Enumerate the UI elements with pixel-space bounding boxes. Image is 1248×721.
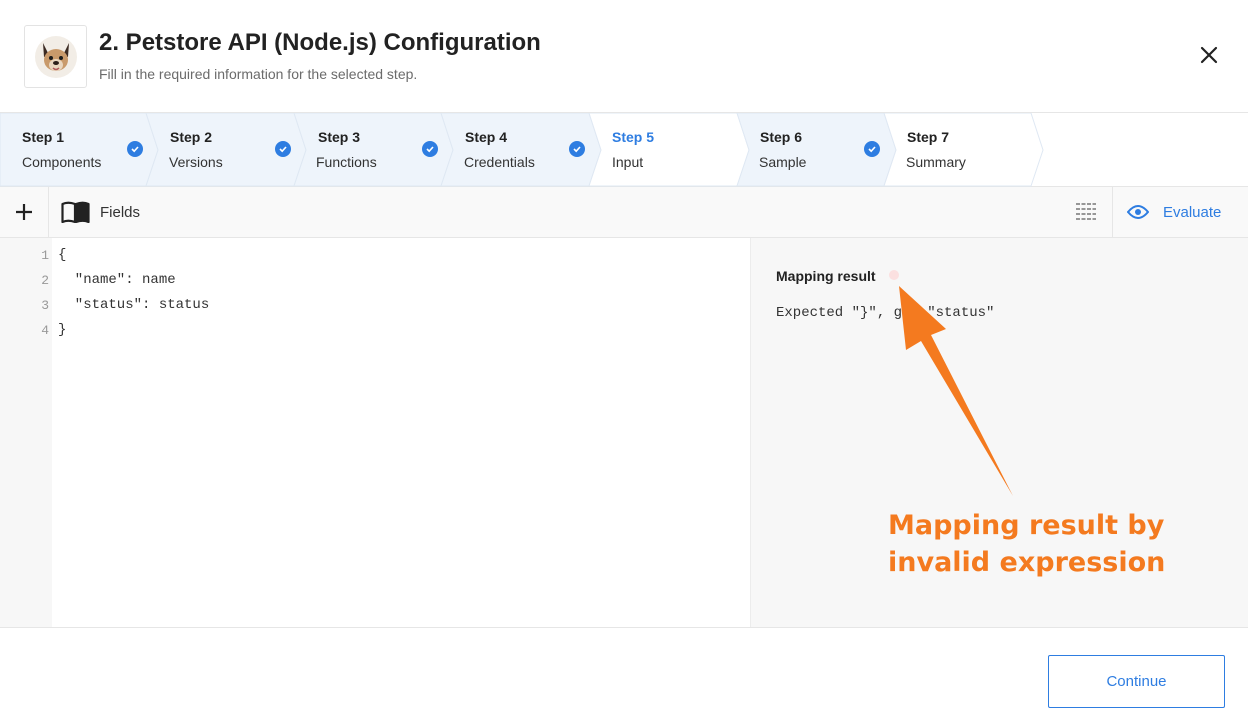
- code-text: {: [58, 247, 67, 263]
- step-name: Input: [612, 154, 644, 170]
- step-number: Step 2: [170, 129, 213, 145]
- plus-icon: [16, 204, 32, 220]
- step-wizard: Step 1 Components Step 2 Versions Step 3…: [0, 113, 1248, 187]
- check-circle-icon: [569, 141, 585, 157]
- annotation-line: Mapping result by: [888, 510, 1165, 541]
- code-line: 2 "name": name: [0, 268, 750, 293]
- step-name: Sample: [759, 154, 807, 170]
- dialog-subtitle: Fill in the required information for the…: [99, 66, 418, 82]
- step-name: Credentials: [464, 154, 535, 170]
- step-number: Step 7: [907, 129, 950, 145]
- check-circle-icon: [275, 141, 291, 157]
- error-status-dot: [889, 270, 899, 280]
- step-name: Functions: [316, 154, 377, 170]
- annotation-line: invalid expression: [888, 547, 1166, 578]
- format-button[interactable]: [1060, 187, 1113, 237]
- check-circle-icon: [127, 141, 143, 157]
- check-circle-icon: [864, 141, 880, 157]
- add-button[interactable]: [0, 187, 49, 237]
- fields-button[interactable]: Fields: [49, 187, 140, 237]
- dialog-header: 2. Petstore API (Node.js) Configuration …: [0, 0, 1248, 113]
- continue-button[interactable]: Continue: [1048, 655, 1225, 708]
- step-number: Step 4: [465, 129, 508, 145]
- fields-label: Fields: [100, 203, 141, 221]
- step-name: Versions: [169, 154, 223, 170]
- evaluate-label: Evaluate: [1163, 203, 1222, 221]
- code-editor[interactable]: 1 { 2 "name": name 3 "status": status 4 …: [0, 238, 750, 628]
- step-number: Step 6: [760, 129, 803, 145]
- close-button[interactable]: [1196, 42, 1222, 68]
- editor-toolbar: Fields Evaluate: [0, 187, 1248, 238]
- step-3-functions[interactable]: Step 3 Functions: [294, 113, 441, 186]
- line-number: 3: [41, 298, 49, 313]
- code-text: }: [58, 322, 67, 338]
- step-number: Step 3: [318, 129, 361, 145]
- step-6-sample[interactable]: Step 6 Sample: [737, 113, 884, 186]
- dog-avatar-icon: [24, 25, 87, 88]
- step-name: Components: [22, 154, 102, 170]
- step-1-components[interactable]: Step 1 Components: [0, 113, 146, 186]
- align-justify-icon: [1076, 203, 1096, 220]
- code-text: "name": name: [58, 272, 176, 288]
- code-line: 1 {: [0, 243, 750, 268]
- step-2-versions[interactable]: Step 2 Versions: [146, 113, 294, 186]
- code-line: 3 "status": status: [0, 293, 750, 318]
- dialog-title: 2. Petstore API (Node.js) Configuration: [99, 29, 541, 56]
- mapping-result-message: Expected "}", got "status": [776, 305, 995, 321]
- line-number: 4: [41, 323, 49, 338]
- step-7-summary[interactable]: Step 7 Summary: [884, 113, 1031, 186]
- step-name: Summary: [906, 154, 966, 170]
- line-number: 1: [41, 248, 49, 263]
- evaluate-button[interactable]: Evaluate: [1113, 187, 1248, 237]
- dialog-footer: Continue: [0, 627, 1248, 721]
- annotation-text: Mapping result by invalid expression: [888, 507, 1188, 581]
- step-number: Step 1: [22, 129, 65, 145]
- check-circle-icon: [422, 141, 438, 157]
- code-line: 4 }: [0, 318, 750, 343]
- mapping-result-title: Mapping result: [776, 268, 876, 284]
- eye-icon: [1127, 205, 1149, 219]
- step-number: Step 5: [612, 129, 655, 145]
- book-icon: [61, 201, 90, 223]
- step-4-credentials[interactable]: Step 4 Credentials: [441, 113, 589, 186]
- step-5-input[interactable]: Step 5 Input: [589, 113, 737, 186]
- close-icon: [1200, 46, 1218, 64]
- line-number: 2: [41, 273, 49, 288]
- code-text: "status": status: [58, 297, 210, 313]
